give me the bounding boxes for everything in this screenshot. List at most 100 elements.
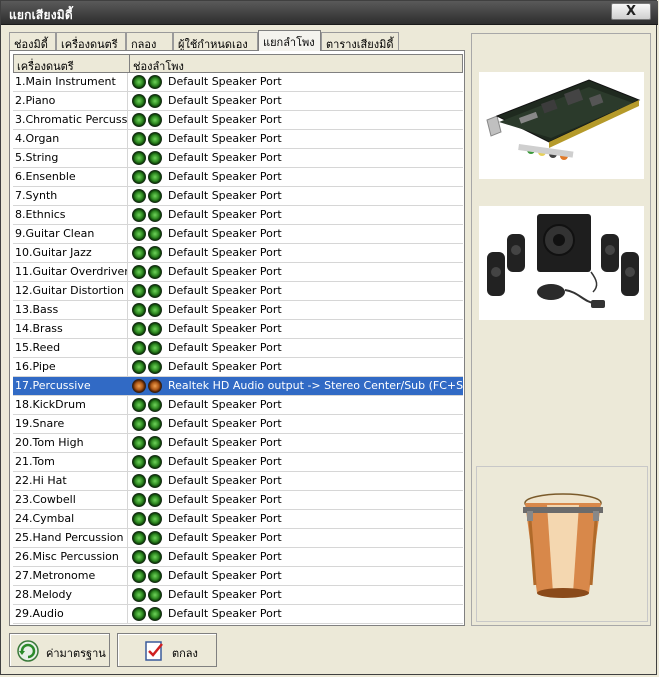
instrument-name: 24.Cymbal [13,510,128,528]
list-row[interactable]: 17.Percussive Realtek HD Audio output -> … [13,377,464,396]
app-window: แยกเสียงมิดี้ X ช่องมิดี้ เครื่องดนตรี ก… [0,0,658,675]
speaker-led-pair[interactable] [132,474,164,489]
list-row[interactable]: 4.Organ Default Speaker Port [13,130,463,149]
reset-icon [17,640,39,662]
speaker-jack-icon [148,265,162,279]
list-row[interactable]: 5.String Default Speaker Port [13,149,463,168]
list-row[interactable]: 14.Brass Default Speaker Port [13,320,463,339]
speaker-led-pair[interactable] [132,417,164,432]
list-row[interactable]: 26.Misc Percussion Default Speaker Port [13,548,463,567]
list-row[interactable]: 24.Cymbal Default Speaker Port [13,510,463,529]
speaker-led-pair[interactable] [132,303,164,318]
speaker-led-pair[interactable] [132,170,164,185]
speaker-led-pair[interactable] [132,493,164,508]
instrument-name: 6.Ensenble [13,168,128,186]
speaker-led-pair[interactable] [132,379,164,394]
close-button[interactable]: X [611,3,651,20]
speaker-led-pair[interactable] [132,189,164,204]
tab-midi-channel[interactable]: ช่องมิดี้ [9,32,56,51]
list-row[interactable]: 18.KickDrum Default Speaker Port [13,396,463,415]
list-row[interactable]: 21.Tom Default Speaker Port [13,453,463,472]
list-row[interactable]: 9.Guitar Clean Default Speaker Port [13,225,463,244]
speaker-led-pair[interactable] [132,322,164,337]
speaker-led-pair[interactable] [132,455,164,470]
speaker-led-pair[interactable] [132,550,164,565]
speaker-port-value: Default Speaker Port [168,227,282,240]
tab-midi-sound-table[interactable]: ตารางเสียงมิดี้ [321,32,399,51]
title-bar[interactable]: แยกเสียงมิดี้ X [1,1,658,25]
speaker-port-value: Default Speaker Port [168,151,282,164]
speaker-jack-icon [132,94,146,108]
list-row[interactable]: 12.Guitar Distortion Default Speaker Port [13,282,463,301]
speaker-led-pair[interactable] [132,246,164,261]
speaker-led-pair[interactable] [132,227,164,242]
list-row[interactable]: 11.Guitar Overdriven Default Speaker Port [13,263,463,282]
list-row[interactable]: 1.Main Instrument Default Speaker Port [13,73,463,92]
speaker-led-pair[interactable] [132,531,164,546]
speaker-jack-icon [148,151,162,165]
speaker-jack-icon [132,588,146,602]
speaker-port-value: Default Speaker Port [168,588,282,601]
instrument-name: 13.Bass [13,301,128,319]
list-row[interactable]: 22.Hi Hat Default Speaker Port [13,472,463,491]
list-row[interactable]: 15.Reed Default Speaker Port [13,339,463,358]
speaker-led-pair[interactable] [132,132,164,147]
column-header-speaker-channel[interactable]: ช่องลำโพง [130,55,460,73]
speaker-led-pair[interactable] [132,512,164,527]
list-row[interactable]: 19.Snare Default Speaker Port [13,415,463,434]
speaker-port-value: Default Speaker Port [168,607,282,620]
instrument-name: 25.Hand Percussion [13,529,128,547]
list-row[interactable]: 25.Hand Percussion Default Speaker Port [13,529,463,548]
list-row[interactable]: 13.Bass Default Speaker Port [13,301,463,320]
list-row[interactable]: 16.Pipe Default Speaker Port [13,358,463,377]
speaker-led-pair[interactable] [132,588,164,603]
list-row[interactable]: 8.Ethnics Default Speaker Port [13,206,463,225]
speaker-port-value: Default Speaker Port [168,322,282,335]
default-button[interactable]: ค่ามาตรฐาน [9,633,110,667]
list-row[interactable]: 7.Synth Default Speaker Port [13,187,463,206]
list-row[interactable]: 3.Chromatic Percussion Default Speaker Po… [13,111,463,130]
speaker-led-pair[interactable] [132,284,164,299]
speaker-jack-icon [132,208,146,222]
list-row[interactable]: 10.Guitar Jazz Default Speaker Port [13,244,463,263]
tab-speaker-split[interactable]: แยกลำโพง [258,30,321,51]
speaker-led-pair[interactable] [132,436,164,451]
tab-drum[interactable]: กลอง [126,32,173,51]
speaker-jack-icon [148,379,162,393]
speaker-assignment-list[interactable]: เครื่องดนตรี ช่องลำโพง 1.Main Instrument… [9,50,465,626]
speaker-led-pair[interactable] [132,398,164,413]
speaker-jack-icon [132,151,146,165]
list-row[interactable]: 23.Cowbell Default Speaker Port [13,491,463,510]
instrument-name: 17.Percussive [13,377,128,395]
instrument-name: 9.Guitar Clean [13,225,128,243]
speaker-led-pair[interactable] [132,94,164,109]
speaker-port-value: Default Speaker Port [168,455,282,468]
speaker-led-pair[interactable] [132,265,164,280]
speaker-port-value: Default Speaker Port [168,493,282,506]
speaker-led-pair[interactable] [132,113,164,128]
list-row[interactable]: 20.Tom High Default Speaker Port [13,434,463,453]
instrument-name: 11.Guitar Overdriven [13,263,128,281]
speaker-port-value: Default Speaker Port [168,550,282,563]
speaker-led-pair[interactable] [132,569,164,584]
list-row[interactable]: 29.Audio Default Speaker Port [13,605,463,624]
speaker-led-pair[interactable] [132,360,164,375]
list-row[interactable]: 6.Ensenble Default Speaker Port [13,168,463,187]
speaker-led-pair[interactable] [132,151,164,166]
list-row[interactable]: 28.Melody Default Speaker Port [13,586,463,605]
speaker-jack-icon [132,132,146,146]
column-header-instrument[interactable]: เครื่องดนตรี [14,55,130,73]
speaker-port-value: Default Speaker Port [168,94,282,107]
speaker-led-pair[interactable] [132,75,164,90]
list-row[interactable]: 27.Metronome Default Speaker Port [13,567,463,586]
speaker-led-pair[interactable] [132,341,164,356]
tab-instrument[interactable]: เครื่องดนตรี [56,32,126,51]
list-rows: 1.Main Instrument Default Speaker Port 2.P… [13,73,464,624]
tab-user-defined[interactable]: ผู้ใช้กำหนดเอง [173,32,258,51]
speaker-jack-icon [132,379,146,393]
speaker-led-pair[interactable] [132,607,164,622]
speaker-led-pair[interactable] [132,208,164,223]
ok-button[interactable]: ตกลง [117,633,217,667]
list-row[interactable]: 2.Piano Default Speaker Port [13,92,463,111]
speaker-jack-icon [132,303,146,317]
